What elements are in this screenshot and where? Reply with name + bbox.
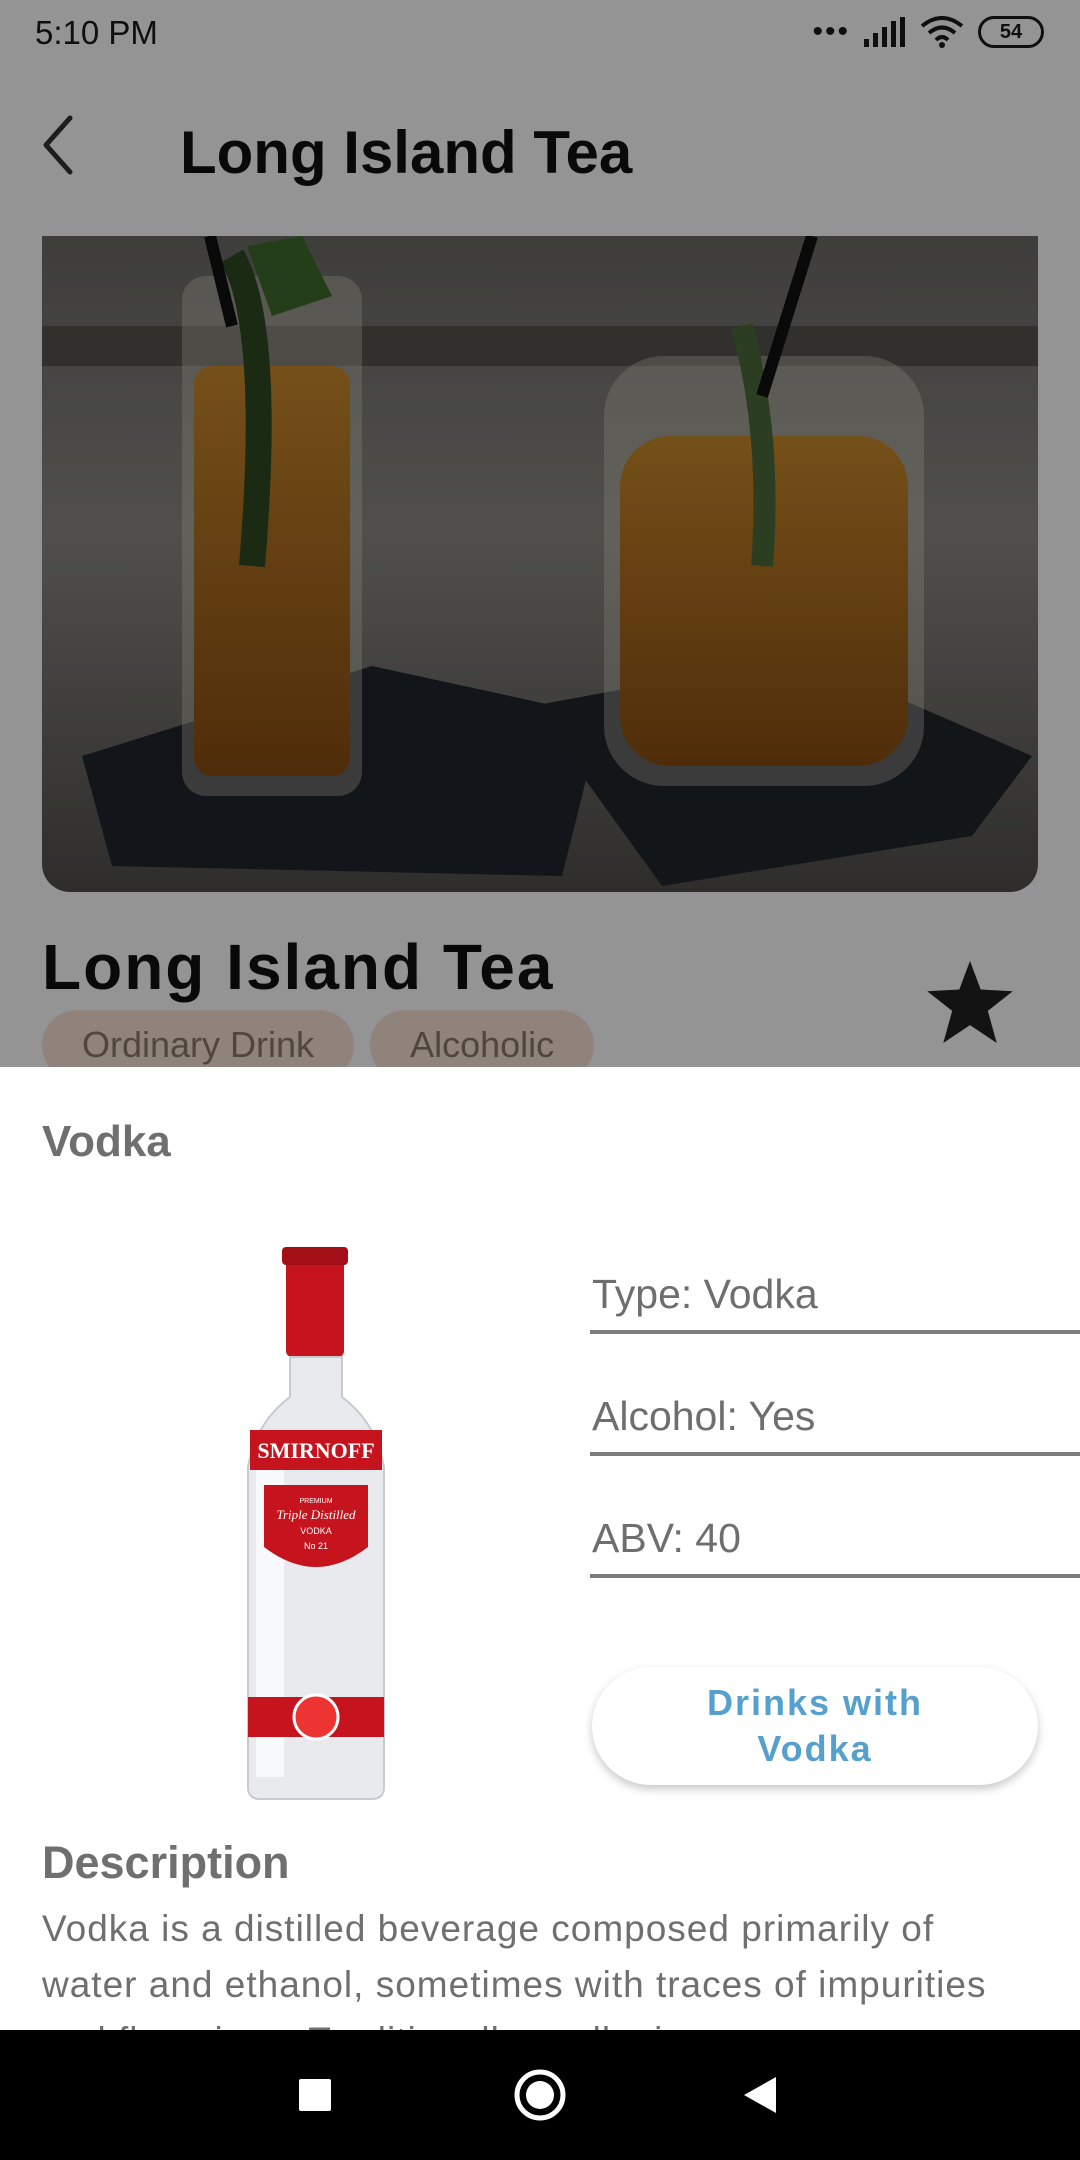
ingredient-title: Vodka bbox=[42, 1117, 171, 1166]
system-nav-bar bbox=[0, 2030, 1080, 2160]
alcohol-value: Alcohol: Yes bbox=[592, 1393, 816, 1439]
description-text: Vodka is a distilled beverage composed p… bbox=[42, 1908, 987, 2030]
nav-recents-button[interactable] bbox=[280, 2060, 350, 2130]
type-value: Type: Vodka bbox=[592, 1271, 818, 1317]
abv-value: ABV: 40 bbox=[592, 1515, 741, 1561]
abv-field: ABV: 40 bbox=[590, 1506, 1080, 1578]
alcohol-field: Alcohol: Yes bbox=[590, 1384, 1080, 1456]
bottle-brand: SMIRNOFF bbox=[257, 1438, 374, 1463]
type-field: Type: Vodka bbox=[590, 1262, 1080, 1334]
ingredient-bottom-sheet: Vodka SMIRNOFF PREMIUM Triple Distilled … bbox=[0, 1067, 1080, 2030]
nav-back-button[interactable] bbox=[725, 2060, 795, 2130]
bottle-line2: Triple Distilled bbox=[276, 1507, 356, 1522]
circle-icon bbox=[514, 2069, 566, 2121]
modal-scrim[interactable] bbox=[0, 0, 1080, 1068]
bottle-line1: PREMIUM bbox=[299, 1498, 332, 1505]
bottle-line3: VODKA bbox=[300, 1526, 332, 1536]
description-heading: Description bbox=[42, 1837, 290, 1888]
square-icon bbox=[299, 2079, 331, 2111]
ingredient-image: SMIRNOFF PREMIUM Triple Distilled VODKA … bbox=[236, 1247, 396, 1802]
vodka-bottle-image: SMIRNOFF PREMIUM Triple Distilled VODKA … bbox=[247, 1247, 385, 1800]
nav-home-button[interactable] bbox=[505, 2060, 575, 2130]
drinks-with-ingredient-button[interactable]: Drinks with Vodka bbox=[592, 1667, 1038, 1785]
bottle-line4: No 21 bbox=[304, 1541, 328, 1551]
triangle-icon bbox=[744, 2077, 776, 2113]
drinks-with-ingredient-label: Drinks with Vodka bbox=[706, 1682, 924, 1769]
